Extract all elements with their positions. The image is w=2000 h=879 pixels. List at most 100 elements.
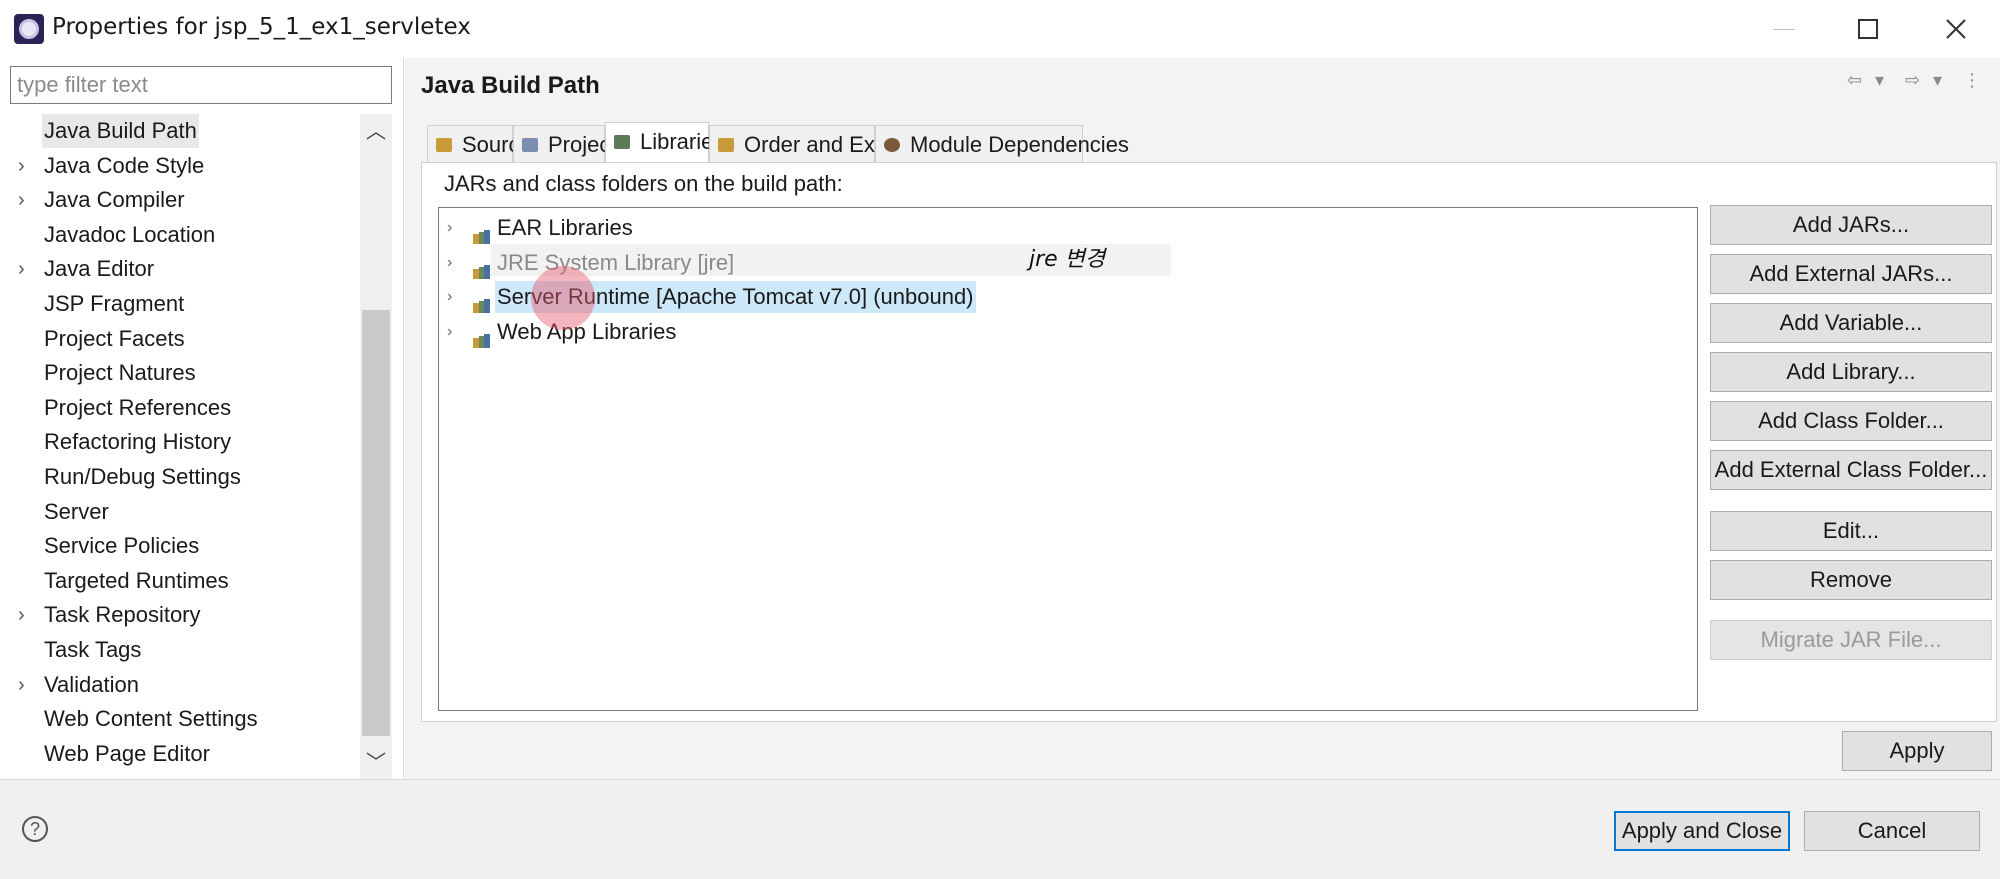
chevron-right-icon[interactable]: › [18, 149, 38, 183]
help-icon[interactable]: ? [22, 816, 48, 842]
forward-arrow-icon[interactable]: ⇨ [1905, 70, 1920, 91]
nav-item[interactable]: › Java Editor [0, 252, 360, 286]
nav-item[interactable]: JSP Fragment [0, 287, 360, 321]
maximize-icon [1858, 19, 1878, 39]
scroll-up-icon[interactable]: ︿ [360, 114, 392, 148]
scroll-down-icon[interactable]: ﹀ [360, 745, 392, 779]
nav-item[interactable]: Server [0, 495, 360, 529]
nav-item[interactable]: Project References [0, 391, 360, 425]
nav-item-label: Task Repository [44, 602, 201, 628]
tab-label: Module Dependencies [910, 132, 1129, 157]
library-item[interactable]: › Web App Libraries [439, 316, 1439, 348]
tab-libraries[interactable]: Libraries [605, 122, 724, 164]
nav-item-label: Task Tags [44, 637, 142, 662]
nav-item[interactable]: › Java Compiler [0, 183, 360, 217]
nav-item[interactable]: Java Build Path [0, 114, 360, 148]
main-pane: Java Build Path ⇦ ▾ ⇨ ▾ ⋮ Source Projects… [405, 58, 2000, 779]
nav-item-label: Web Page Editor [44, 740, 210, 766]
nav-item-label: Project Facets [44, 325, 185, 351]
tab-module-dependencies[interactable]: Module Dependencies [875, 125, 1129, 163]
edit-button[interactable]: Edit... [1710, 511, 1992, 551]
nav-item[interactable]: › Task Repository [0, 598, 360, 632]
nav-item-label: Javadoc Location [44, 221, 216, 247]
module-dependencies-icon [884, 138, 900, 152]
chevron-right-icon[interactable]: › [447, 247, 452, 279]
chevron-right-icon[interactable]: › [447, 281, 452, 313]
nav-item[interactable]: › Validation [0, 668, 360, 702]
add-jars-button[interactable]: Add JARs... [1710, 205, 1992, 245]
nav-item-label: Java Code Style [44, 152, 205, 178]
chevron-right-icon[interactable]: › [18, 668, 38, 702]
tab-source[interactable]: Source [427, 125, 532, 163]
section-label: JARs and class folders on the build path… [444, 171, 843, 196]
nav-item-label: Java Build Path [42, 114, 199, 148]
window-title: Properties for jsp_5_1_ex1_servletex [52, 14, 471, 40]
property-page-nav: Java Build Path›Java Code Style›Java Com… [0, 58, 404, 779]
minimize-button[interactable] [1740, 0, 1828, 58]
migrate-jar-button: Migrate JAR File... [1710, 620, 1992, 660]
nav-item-label: Java Editor [44, 256, 155, 282]
back-menu-icon[interactable]: ▾ [1875, 70, 1884, 91]
order-export-icon [718, 138, 734, 152]
chevron-right-icon[interactable]: › [18, 598, 38, 632]
nav-scrollbar-thumb[interactable] [362, 310, 390, 736]
add-class-folder-button[interactable]: Add Class Folder... [1710, 401, 1992, 441]
dialog-footer: ? Apply and Close Cancel [0, 779, 2000, 879]
close-button[interactable] [1912, 0, 2000, 58]
add-external-class-folder-button[interactable]: Add External Class Folder... [1710, 450, 1992, 490]
nav-item-label: Run/Debug Settings [44, 464, 241, 489]
library-item[interactable]: › JRE System Library [jre] [439, 247, 1439, 279]
tab-order-and-export[interactable]: Order and Export [709, 125, 913, 163]
maximize-button[interactable] [1824, 0, 1912, 58]
add-variable-button[interactable]: Add Variable... [1710, 303, 1992, 343]
library-buttons: Add JARs... Add External JARs... Add Var… [1710, 205, 1992, 665]
nav-item[interactable]: Task Tags [0, 633, 360, 667]
page-nav-arrows: ⇦ ▾ ⇨ ▾ ⋮ [1847, 66, 1997, 96]
nav-item[interactable]: Project Facets [0, 322, 360, 356]
filter-input[interactable] [10, 66, 392, 104]
source-folder-icon [436, 138, 452, 152]
library-item-label: JRE System Library [jre] [497, 249, 735, 275]
forward-menu-icon[interactable]: ▾ [1933, 70, 1942, 91]
library-tree[interactable]: jre 변경 › EAR Libraries › JRE System Library… [438, 207, 1698, 711]
back-arrow-icon[interactable]: ⇦ [1847, 70, 1862, 91]
libraries-tab-content: JARs and class folders on the build path… [421, 162, 1997, 722]
view-menu-icon[interactable]: ⋮ [1963, 70, 1981, 91]
nav-item-label: Server [44, 498, 109, 524]
eclipse-app-icon [14, 14, 44, 44]
nav-item[interactable]: Targeted Runtimes [0, 564, 360, 598]
cancel-button[interactable]: Cancel [1804, 811, 1980, 851]
nav-item-label: Project Natures [44, 360, 196, 386]
remove-button[interactable]: Remove [1710, 560, 1992, 600]
library-item[interactable]: › EAR Libraries [439, 212, 1439, 244]
chevron-right-icon[interactable]: › [18, 252, 38, 286]
chevron-right-icon[interactable]: › [447, 316, 452, 348]
nav-scrollbar[interactable]: ︿ ﹀ [360, 114, 392, 779]
nav-item[interactable]: Project Natures [0, 356, 360, 390]
click-indicator [531, 266, 595, 330]
chevron-right-icon[interactable]: › [447, 212, 452, 244]
minimize-icon [1773, 28, 1795, 30]
tab-projects[interactable]: Projects [513, 125, 627, 163]
nav-item-label: JSP Fragment [44, 291, 185, 316]
library-item-label: EAR Libraries [497, 215, 633, 240]
library-item-label: Web App Libraries [497, 318, 677, 344]
chevron-right-icon[interactable]: › [18, 183, 38, 217]
library-icon [473, 256, 491, 279]
nav-item-label: Project References [44, 394, 232, 420]
projects-icon [522, 138, 538, 152]
nav-item[interactable]: Service Policies [0, 529, 360, 563]
title-bar: Properties for jsp_5_1_ex1_servletex [0, 0, 2000, 58]
nav-item[interactable]: Run/Debug Settings [0, 460, 360, 494]
add-external-jars-button[interactable]: Add External JARs... [1710, 254, 1992, 294]
add-library-button[interactable]: Add Library... [1710, 352, 1992, 392]
nav-item-label: Targeted Runtimes [44, 567, 229, 593]
nav-item-label: Refactoring History [44, 429, 232, 455]
apply-button[interactable]: Apply [1842, 731, 1992, 771]
nav-item[interactable]: Refactoring History [0, 425, 360, 459]
nav-item[interactable]: › Java Code Style [0, 149, 360, 183]
nav-item[interactable]: Web Page Editor [0, 737, 360, 771]
nav-item[interactable]: Web Content Settings [0, 702, 360, 736]
apply-and-close-button[interactable]: Apply and Close [1614, 811, 1790, 851]
nav-item[interactable]: Javadoc Location [0, 218, 360, 252]
